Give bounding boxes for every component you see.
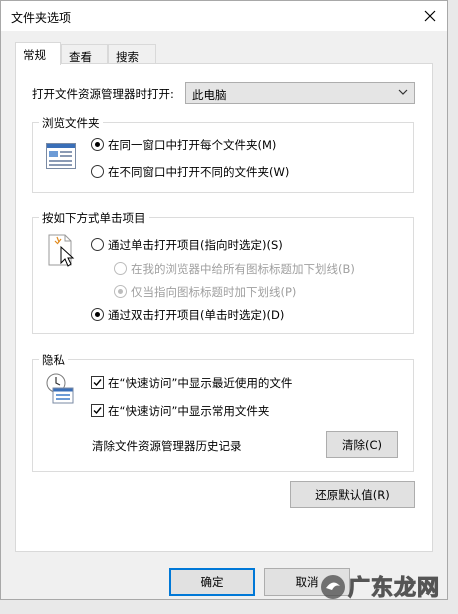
- radio-double-click-label[interactable]: 通过双击打开项目(单击时选定)(D): [108, 307, 284, 323]
- radio-different-window-label[interactable]: 在不同窗口中打开不同的文件夹(W): [108, 164, 289, 180]
- privacy-legend: 隐私: [39, 352, 68, 368]
- radio-underline-all-label[interactable]: 在我的浏览器中给所有图标标题加下划线(B): [131, 261, 355, 277]
- checkmark-icon: [93, 379, 102, 387]
- pointer-click-icon: [48, 234, 75, 267]
- browse-folders-legend: 浏览文件夹: [39, 115, 103, 131]
- open-with-label: 打开文件资源管理器时打开:: [32, 87, 174, 101]
- radio-underline-all[interactable]: [114, 262, 127, 275]
- folder-options-dialog: 文件夹选项 常规 查看 搜索 打开文件资源管理器时打开: 此电脑 浏览文件夹 在…: [0, 0, 448, 600]
- radio-single-click-label[interactable]: 通过单击打开项目(指向时选定)(S): [108, 237, 283, 253]
- close-icon: [424, 10, 436, 22]
- window-list-icon: [46, 143, 76, 169]
- window-title: 文件夹选项: [11, 11, 72, 25]
- click-items-legend: 按如下方式单击项目: [39, 210, 149, 226]
- ok-button[interactable]: 确定: [169, 568, 255, 596]
- open-with-dropdown[interactable]: 此电脑: [185, 82, 415, 104]
- tab-search[interactable]: 搜索: [108, 44, 156, 64]
- radio-same-window[interactable]: [91, 138, 104, 151]
- watermark-text: 广东龙网: [347, 576, 441, 602]
- watermark-dragon-icon: [321, 575, 345, 599]
- privacy-clock-icon: [46, 373, 74, 404]
- checkbox-show-recent[interactable]: [91, 376, 104, 389]
- radio-single-click[interactable]: [91, 238, 104, 251]
- checkbox-show-frequent[interactable]: [91, 404, 104, 417]
- radio-double-click[interactable]: [91, 308, 104, 321]
- chevron-down-icon: [398, 89, 408, 95]
- radio-same-window-label[interactable]: 在同一窗口中打开每个文件夹(M): [108, 137, 276, 153]
- checkbox-show-frequent-label[interactable]: 在“快速访问”中显示常用文件夹: [108, 403, 269, 419]
- restore-defaults-button[interactable]: 还原默认值(R): [290, 481, 415, 508]
- open-with-value: 此电脑: [192, 88, 227, 102]
- radio-underline-point-label[interactable]: 仅当指向图标标题时加下划线(P): [131, 284, 296, 300]
- tab-view[interactable]: 查看: [61, 44, 108, 64]
- tab-general[interactable]: 常规: [15, 42, 61, 65]
- title-bar: 文件夹选项: [1, 1, 447, 31]
- clear-history-button[interactable]: 清除(C): [326, 431, 398, 458]
- checkmark-icon: [93, 407, 102, 415]
- radio-different-window[interactable]: [91, 165, 104, 178]
- radio-underline-point[interactable]: [114, 285, 127, 298]
- checkbox-show-recent-label[interactable]: 在“快速访问”中显示最近使用的文件: [108, 375, 292, 391]
- watermark-logo: 广东龙网: [318, 566, 458, 606]
- clear-history-label: 清除文件资源管理器历史记录: [92, 439, 242, 453]
- close-button[interactable]: [415, 1, 445, 31]
- browse-folders-group: 浏览文件夹: [32, 115, 414, 193]
